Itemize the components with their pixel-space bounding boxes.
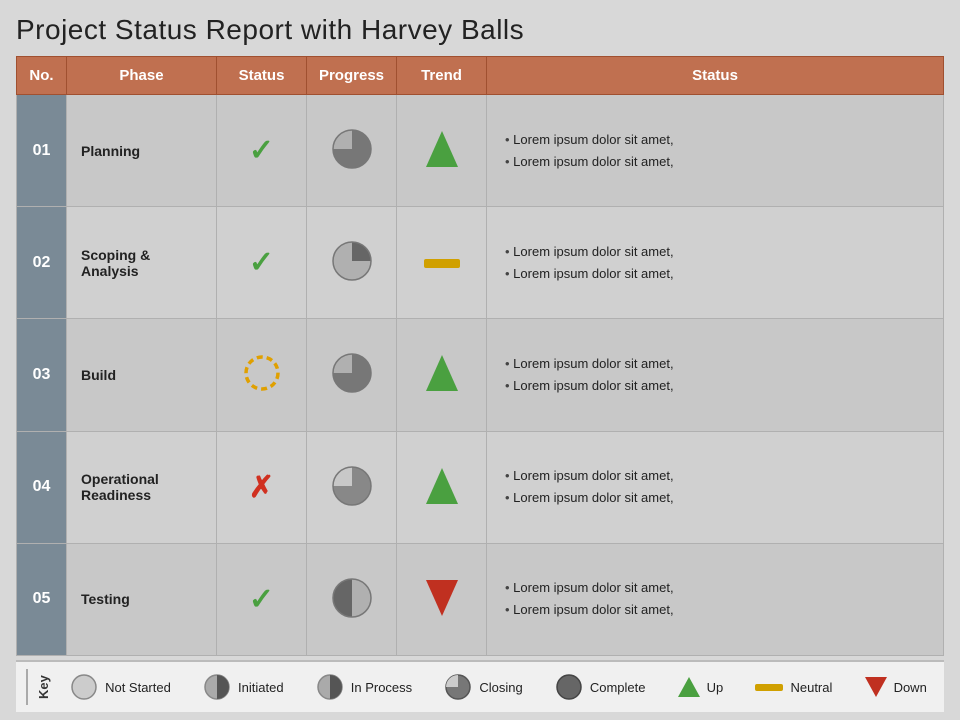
header-no: No. bbox=[17, 57, 67, 95]
row-progress bbox=[307, 319, 397, 431]
desc-item: Lorem ipsum dolor sit amet, bbox=[505, 241, 937, 263]
legend-initiated: Initiated bbox=[203, 673, 284, 701]
legend-down: Down bbox=[865, 677, 927, 697]
desc-item: Lorem ipsum dolor sit amet, bbox=[505, 263, 937, 285]
row-status bbox=[217, 319, 307, 431]
row-trend bbox=[397, 543, 487, 655]
row-trend bbox=[397, 95, 487, 207]
desc-item: Lorem ipsum dolor sit amet, bbox=[505, 353, 937, 375]
check-icon: ✓ bbox=[249, 134, 274, 167]
row-no: 01 bbox=[17, 95, 67, 207]
check-icon: ✓ bbox=[249, 583, 274, 616]
legend: Key Not Started Initiated bbox=[16, 660, 944, 712]
legend-label-up: Up bbox=[707, 680, 724, 695]
desc-item: Lorem ipsum dolor sit amet, bbox=[505, 487, 937, 509]
legend-neutral-icon bbox=[755, 684, 783, 691]
row-no: 04 bbox=[17, 431, 67, 543]
legend-label-in-process: In Process bbox=[351, 680, 412, 695]
desc-item: Lorem ipsum dolor sit amet, bbox=[505, 599, 937, 621]
legend-label-initiated: Initiated bbox=[238, 680, 284, 695]
row-desc: Lorem ipsum dolor sit amet,Lorem ipsum d… bbox=[487, 319, 944, 431]
harvey-ball bbox=[330, 576, 374, 620]
up-arrow-icon bbox=[424, 353, 460, 393]
row-phase: Build bbox=[67, 319, 217, 431]
row-no: 05 bbox=[17, 543, 67, 655]
legend-label-down: Down bbox=[894, 680, 927, 695]
legend-closing: Closing bbox=[444, 673, 522, 701]
harvey-ball bbox=[330, 464, 374, 508]
row-desc: Lorem ipsum dolor sit amet,Lorem ipsum d… bbox=[487, 95, 944, 207]
header-status1: Status bbox=[217, 57, 307, 95]
legend-complete: Complete bbox=[555, 673, 646, 701]
page: Project Status Report with Harvey Balls … bbox=[0, 0, 960, 720]
desc-item: Lorem ipsum dolor sit amet, bbox=[505, 577, 937, 599]
cross-icon: ✗ bbox=[249, 471, 274, 504]
row-status: ✓ bbox=[217, 95, 307, 207]
status-table: No. Phase Status Progress Trend Status 0… bbox=[16, 56, 944, 656]
legend-label-not-started: Not Started bbox=[105, 680, 171, 695]
legend-ball-complete bbox=[555, 673, 583, 701]
table-wrap: No. Phase Status Progress Trend Status 0… bbox=[16, 56, 944, 656]
legend-arrow-down-icon bbox=[865, 677, 887, 697]
legend-in-process: In Process bbox=[316, 673, 412, 701]
legend-key-label: Key bbox=[26, 669, 51, 705]
table-row: 04Operational Readiness ✗ Lorem ipsum dolo… bbox=[17, 431, 944, 543]
neutral-trend-icon bbox=[424, 259, 460, 268]
up-arrow-icon bbox=[424, 129, 460, 169]
row-status: ✗ bbox=[217, 431, 307, 543]
desc-item: Lorem ipsum dolor sit amet, bbox=[505, 129, 937, 151]
legend-ball-not-started bbox=[70, 673, 98, 701]
table-row: 05Testing ✓ Lorem ipsum dolor sit amet,Lor… bbox=[17, 543, 944, 655]
harvey-ball bbox=[330, 351, 374, 395]
row-phase: Operational Readiness bbox=[67, 431, 217, 543]
row-progress bbox=[307, 95, 397, 207]
desc-item: Lorem ipsum dolor sit amet, bbox=[505, 465, 937, 487]
legend-up: Up bbox=[678, 677, 724, 697]
desc-item: Lorem ipsum dolor sit amet, bbox=[505, 151, 937, 173]
legend-label-complete: Complete bbox=[590, 680, 646, 695]
row-no: 03 bbox=[17, 319, 67, 431]
row-phase: Testing bbox=[67, 543, 217, 655]
up-arrow-icon bbox=[424, 466, 460, 506]
header-progress: Progress bbox=[307, 57, 397, 95]
harvey-ball bbox=[330, 239, 374, 283]
legend-label-closing: Closing bbox=[479, 680, 522, 695]
legend-items: Not Started Initiated In Process bbox=[63, 673, 934, 701]
header-trend: Trend bbox=[397, 57, 487, 95]
row-status: ✓ bbox=[217, 543, 307, 655]
header-phase: Phase bbox=[67, 57, 217, 95]
row-trend bbox=[397, 207, 487, 319]
legend-ball-in-process bbox=[316, 673, 344, 701]
table-row: 03Build Lorem ipsum dolor sit amet,Lorem … bbox=[17, 319, 944, 431]
row-phase: Scoping & Analysis bbox=[67, 207, 217, 319]
row-trend bbox=[397, 319, 487, 431]
legend-arrow-up-icon bbox=[678, 677, 700, 697]
desc-item: Lorem ipsum dolor sit amet, bbox=[505, 375, 937, 397]
check-icon: ✓ bbox=[249, 246, 274, 279]
row-status: ✓ bbox=[217, 207, 307, 319]
row-trend bbox=[397, 431, 487, 543]
harvey-ball bbox=[330, 127, 374, 171]
row-desc: Lorem ipsum dolor sit amet,Lorem ipsum d… bbox=[487, 207, 944, 319]
table-row: 02Scoping & Analysis ✓ Lorem ipsum dolor s… bbox=[17, 207, 944, 319]
row-phase: Planning bbox=[67, 95, 217, 207]
down-arrow-icon bbox=[424, 578, 460, 618]
legend-ball-initiated bbox=[203, 673, 231, 701]
row-progress bbox=[307, 207, 397, 319]
row-desc: Lorem ipsum dolor sit amet,Lorem ipsum d… bbox=[487, 543, 944, 655]
header-status2: Status bbox=[487, 57, 944, 95]
page-title: Project Status Report with Harvey Balls bbox=[16, 14, 944, 46]
legend-ball-closing bbox=[444, 673, 472, 701]
row-no: 02 bbox=[17, 207, 67, 319]
table-row: 01Planning ✓ Lorem ipsum dolor sit amet,Lo… bbox=[17, 95, 944, 207]
legend-not-started: Not Started bbox=[70, 673, 171, 701]
warn-icon bbox=[242, 353, 282, 393]
row-progress bbox=[307, 431, 397, 543]
row-desc: Lorem ipsum dolor sit amet,Lorem ipsum d… bbox=[487, 431, 944, 543]
row-progress bbox=[307, 543, 397, 655]
legend-neutral: Neutral bbox=[755, 680, 832, 695]
legend-label-neutral: Neutral bbox=[790, 680, 832, 695]
